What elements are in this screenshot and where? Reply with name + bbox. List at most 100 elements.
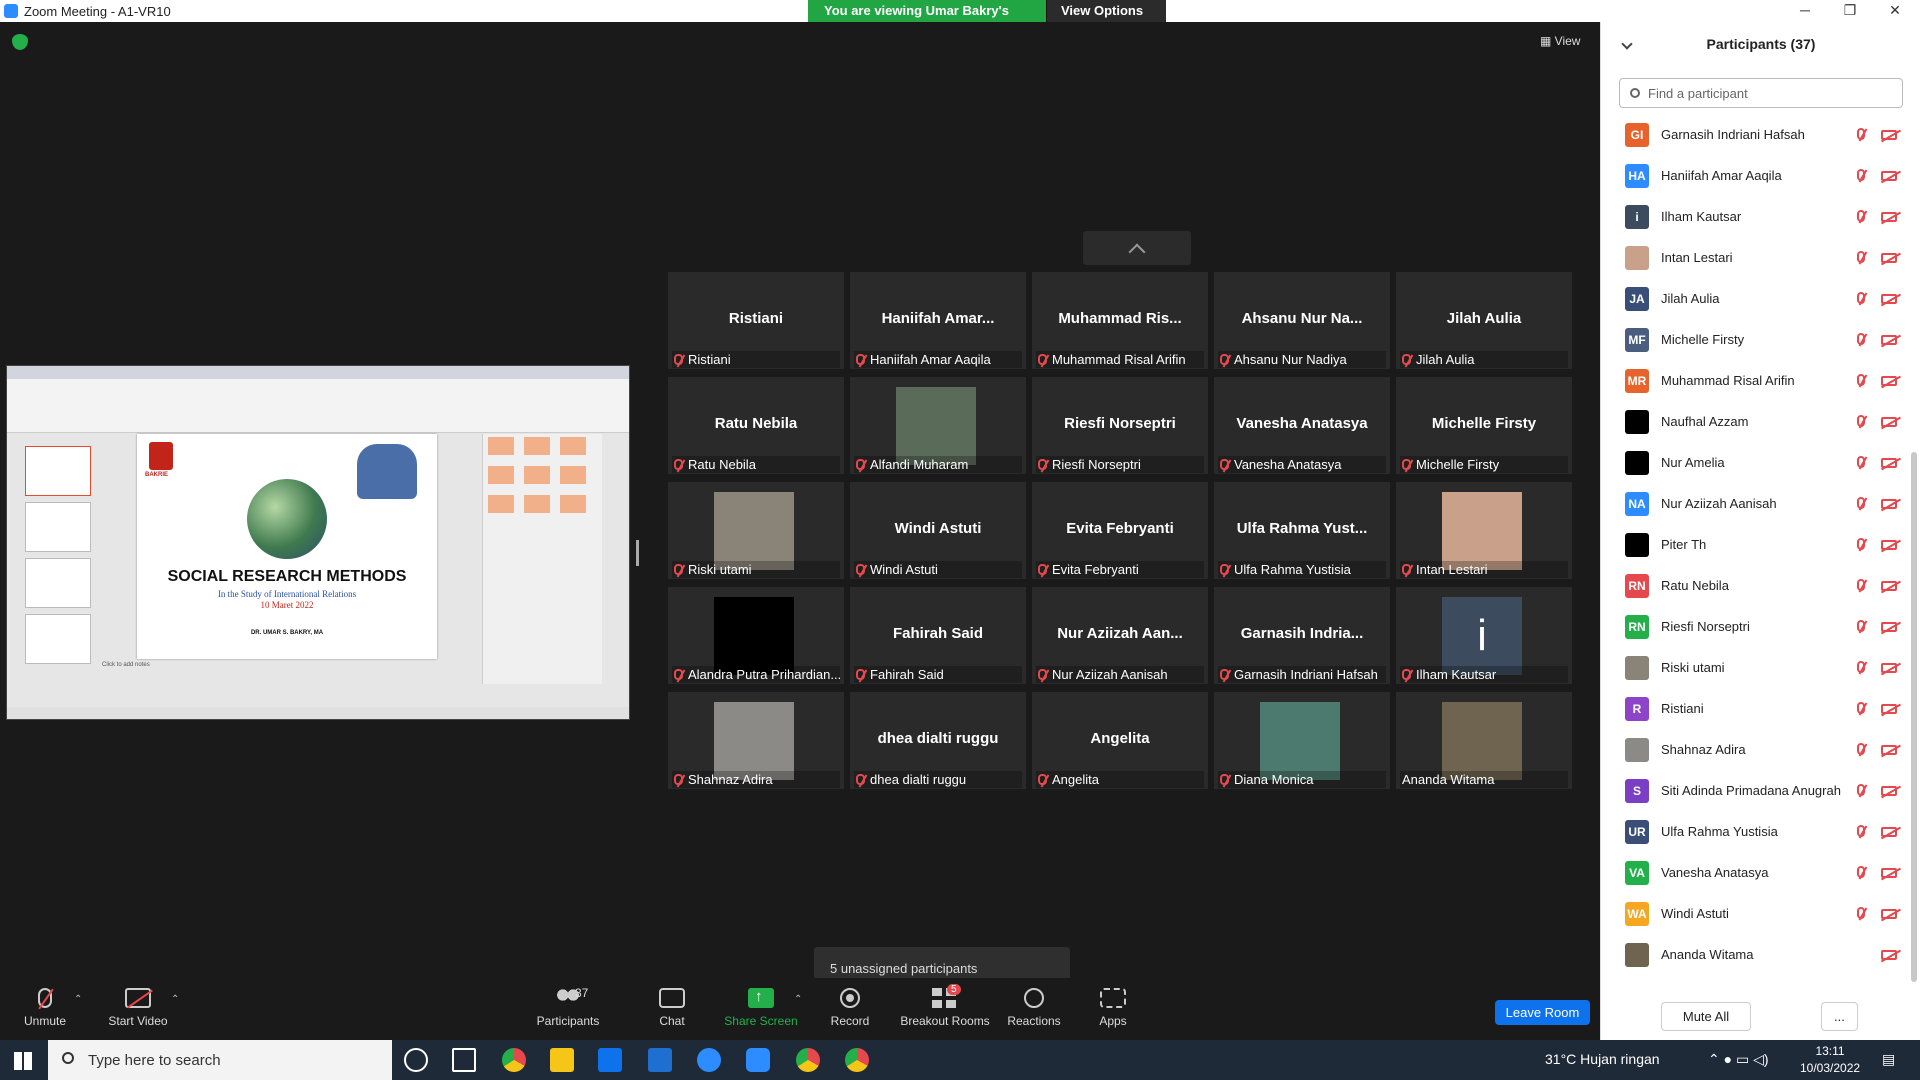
video-off-icon[interactable] xyxy=(1881,868,1897,878)
view-layout-button[interactable]: ▦ View xyxy=(1540,34,1580,48)
video-off-icon[interactable] xyxy=(1881,704,1897,714)
chat-button[interactable]: Chat xyxy=(627,988,717,1028)
video-off-icon[interactable] xyxy=(1881,663,1897,673)
notifications-icon[interactable]: ▤ xyxy=(1882,1051,1895,1068)
chrome-window-icon[interactable] xyxy=(845,1048,869,1072)
start-video-button[interactable]: Start Video xyxy=(93,988,183,1028)
participant-row[interactable]: NA Nur Aziizah Aanisah xyxy=(1601,483,1907,524)
video-tile[interactable]: Ahsanu Nur Na... Ahsanu Nur Nadiya xyxy=(1214,272,1390,369)
video-off-icon[interactable] xyxy=(1881,458,1897,468)
participant-row[interactable]: UR Ulfa Rahma Yustisia xyxy=(1601,811,1907,852)
participant-row[interactable]: MR Muhammad Risal Arifin xyxy=(1601,360,1907,401)
video-options-caret[interactable]: ⌃ xyxy=(171,994,179,1005)
zoom-taskbar-icon[interactable] xyxy=(746,1048,770,1072)
video-off-icon[interactable] xyxy=(1881,540,1897,550)
close-button[interactable]: ✕ xyxy=(1880,2,1910,19)
restore-button[interactable]: ❐ xyxy=(1835,2,1865,19)
video-tile[interactable]: Shahnaz Adira xyxy=(668,692,844,789)
video-tile[interactable]: Fahirah Said Fahirah Said xyxy=(850,587,1026,684)
participant-row[interactable]: VA Vanesha Anatasya xyxy=(1601,852,1907,893)
participant-row[interactable]: GI Garnasih Indriani Hafsah xyxy=(1601,114,1907,155)
share-options-caret[interactable]: ⌃ xyxy=(794,994,802,1005)
video-off-icon[interactable] xyxy=(1881,622,1897,632)
microphone-muted-icon[interactable] xyxy=(1857,497,1865,509)
video-off-icon[interactable] xyxy=(1881,745,1897,755)
participants-button[interactable]: 37 Participants xyxy=(523,986,613,1028)
video-tile[interactable]: Intan Lestari xyxy=(1396,482,1572,579)
participant-row[interactable]: Riski utami xyxy=(1601,647,1907,688)
audio-options-caret[interactable]: ⌃ xyxy=(74,994,82,1005)
video-off-icon[interactable] xyxy=(1881,499,1897,509)
file-explorer-icon[interactable] xyxy=(550,1048,574,1072)
taskbar-search-input[interactable]: Type here to search xyxy=(48,1040,392,1080)
participant-row[interactable]: MF Michelle Firsty xyxy=(1601,319,1907,360)
video-off-icon[interactable] xyxy=(1881,950,1897,960)
video-tile[interactable]: Riesfi Norseptri Riesfi Norseptri xyxy=(1032,377,1208,474)
mute-all-button[interactable]: Mute All xyxy=(1661,1002,1751,1031)
encryption-shield-icon[interactable] xyxy=(12,34,28,50)
video-tile[interactable]: Haniifah Amar... Haniifah Amar Aaqila xyxy=(850,272,1026,369)
video-tile[interactable]: Alandra Putra Prihardian... xyxy=(668,587,844,684)
microphone-muted-icon[interactable] xyxy=(1857,579,1865,591)
video-off-icon[interactable] xyxy=(1881,827,1897,837)
microphone-muted-icon[interactable] xyxy=(1857,538,1865,550)
video-tile[interactable]: i Ilham Kautsar xyxy=(1396,587,1572,684)
video-off-icon[interactable] xyxy=(1881,130,1897,140)
microphone-muted-icon[interactable] xyxy=(1857,415,1865,427)
breakout-rooms-button[interactable]: 5 Breakout Rooms xyxy=(897,984,993,1028)
video-tile[interactable]: Ulfa Rahma Yust... Ulfa Rahma Yustisia xyxy=(1214,482,1390,579)
video-off-icon[interactable] xyxy=(1881,909,1897,919)
chrome-icon[interactable] xyxy=(502,1048,526,1072)
task-view-icon[interactable] xyxy=(452,1048,476,1072)
video-tile[interactable]: Windi Astuti Windi Astuti xyxy=(850,482,1026,579)
participant-row[interactable]: S Siti Adinda Primadana Anugrah xyxy=(1601,770,1907,811)
participant-row[interactable]: RN Ratu Nebila xyxy=(1601,565,1907,606)
teamviewer-icon[interactable] xyxy=(697,1048,721,1072)
participant-row[interactable]: Naufhal Azzam xyxy=(1601,401,1907,442)
windows-start-icon[interactable] xyxy=(14,1052,32,1070)
microphone-muted-icon[interactable] xyxy=(1857,210,1865,222)
video-tile[interactable]: Alfandi Muharam xyxy=(850,377,1026,474)
apps-button[interactable]: Apps xyxy=(1068,988,1158,1028)
participant-row[interactable]: Ananda Witama xyxy=(1601,934,1907,975)
microphone-muted-icon[interactable] xyxy=(1857,784,1865,796)
microphone-muted-icon[interactable] xyxy=(1857,456,1865,468)
video-tile[interactable]: Garnasih Indria... Garnasih Indriani Hafs… xyxy=(1214,587,1390,684)
video-tile[interactable]: Nur Aziizah Aan... Nur Aziizah Aanisah xyxy=(1032,587,1208,684)
video-tile[interactable]: Ratu Nebila Ratu Nebila xyxy=(668,377,844,474)
microphone-muted-icon[interactable] xyxy=(1857,866,1865,878)
gallery-scroll-up-button[interactable] xyxy=(1083,231,1191,265)
minimize-button[interactable]: ─ xyxy=(1790,2,1820,18)
participant-row[interactable]: HA Haniifah Amar Aaqila xyxy=(1601,155,1907,196)
cortana-icon[interactable] xyxy=(404,1048,428,1072)
microphone-muted-icon[interactable] xyxy=(1857,292,1865,304)
video-off-icon[interactable] xyxy=(1881,171,1897,181)
participant-row[interactable]: Piter Th xyxy=(1601,524,1907,565)
microphone-muted-icon[interactable] xyxy=(1857,374,1865,386)
participant-row[interactable]: JA Jilah Aulia xyxy=(1601,278,1907,319)
record-button[interactable]: Record xyxy=(805,988,895,1028)
microphone-muted-icon[interactable] xyxy=(1857,661,1865,673)
video-tile[interactable]: Ristiani Ristiani xyxy=(668,272,844,369)
microphone-muted-icon[interactable] xyxy=(1857,907,1865,919)
participant-row[interactable]: Nur Amelia xyxy=(1601,442,1907,483)
participant-row[interactable]: RN Riesfi Norseptri xyxy=(1601,606,1907,647)
participant-row[interactable]: Intan Lestari xyxy=(1601,237,1907,278)
microphone-muted-icon[interactable] xyxy=(1857,743,1865,755)
microphone-muted-icon[interactable] xyxy=(1857,620,1865,632)
taskbar-clock[interactable]: 13:11 10/03/2022 xyxy=(1800,1043,1860,1077)
system-tray-icons[interactable]: ⌃ ● ▭ ◁) xyxy=(1708,1051,1769,1068)
video-tile[interactable]: Evita Febryanti Evita Febryanti xyxy=(1032,482,1208,579)
video-off-icon[interactable] xyxy=(1881,786,1897,796)
share-screen-button[interactable]: Share Screen xyxy=(716,988,806,1028)
participant-search-input[interactable]: Find a participant xyxy=(1619,78,1903,108)
video-tile[interactable]: Jilah Aulia Jilah Aulia xyxy=(1396,272,1572,369)
video-tile[interactable]: Michelle Firsty Michelle Firsty xyxy=(1396,377,1572,474)
participant-row[interactable]: i Ilham Kautsar xyxy=(1601,196,1907,237)
participants-scrollbar[interactable] xyxy=(1911,452,1917,982)
mail-icon[interactable] xyxy=(648,1048,672,1072)
leave-room-button[interactable]: Leave Room xyxy=(1495,1000,1590,1025)
more-options-button[interactable]: ... xyxy=(1821,1002,1858,1031)
participant-row[interactable]: Shahnaz Adira xyxy=(1601,729,1907,770)
participant-row[interactable]: R Ristiani xyxy=(1601,688,1907,729)
